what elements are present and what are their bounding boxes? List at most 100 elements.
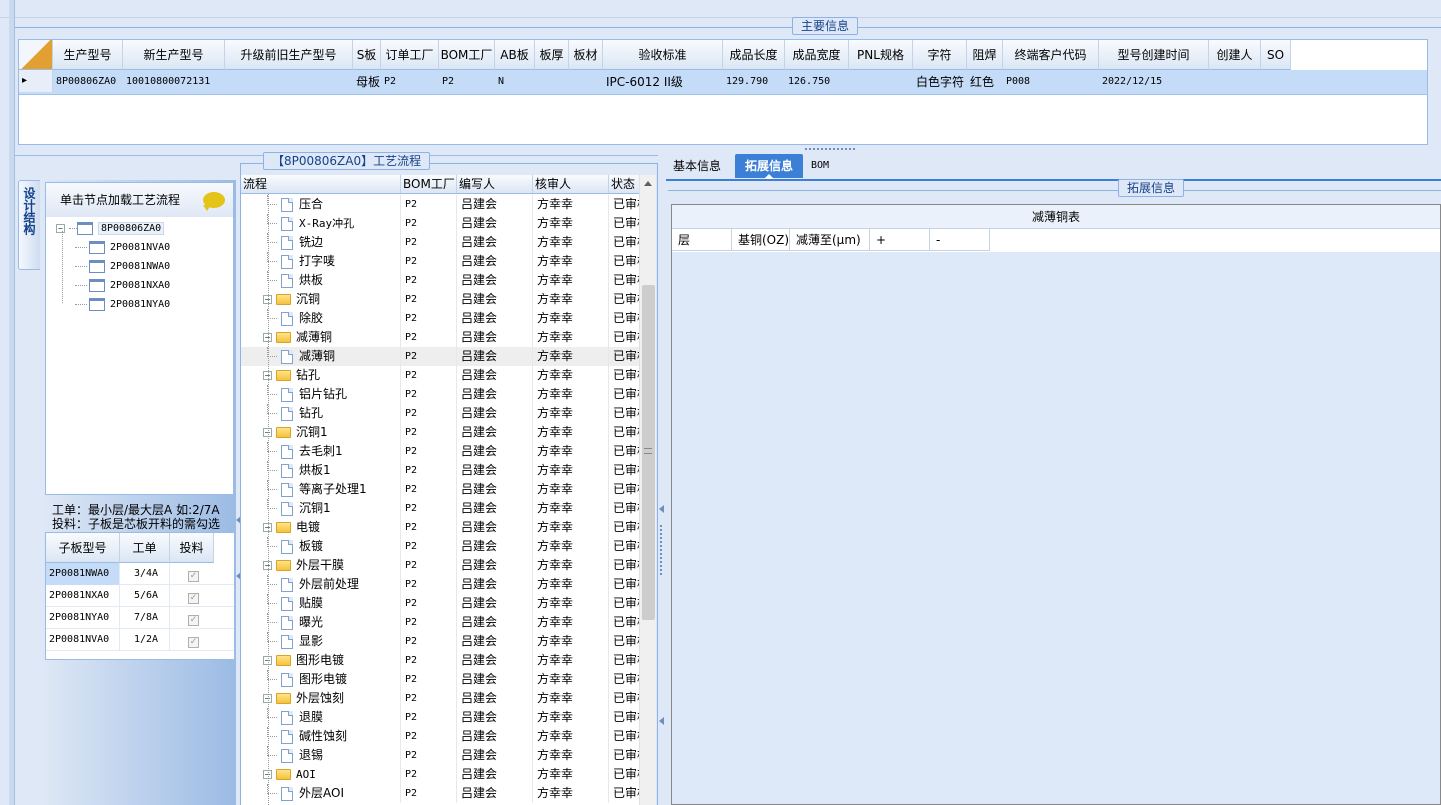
main-col-header-13[interactable]: 字符 xyxy=(913,40,967,70)
flow-step-row[interactable]: 外层前处理 P2吕建会方幸幸已审核 xyxy=(241,575,651,594)
feed-checkbox[interactable]: ✓ xyxy=(188,637,199,648)
flow-step-row[interactable]: 除胶 P2吕建会方幸幸已审核 xyxy=(241,309,651,328)
main-cell-7[interactable] xyxy=(535,70,569,94)
flow-step-row[interactable]: 减薄铜 P2吕建会方幸幸已审核 xyxy=(241,347,651,366)
sub-board-row[interactable]: 2P0081NYA0 7/8A ✓ xyxy=(46,607,234,629)
main-col-header-14[interactable]: 阻焊 xyxy=(967,40,1003,70)
copper-col-header-1[interactable]: 基铜(OZ) xyxy=(732,229,790,251)
main-cell-12[interactable] xyxy=(849,70,913,94)
flow-scrollbar[interactable] xyxy=(639,175,656,805)
main-col-header-3[interactable]: S板 xyxy=(353,40,381,70)
sub-col-header-0[interactable]: 子板型号 xyxy=(46,533,120,563)
flow-group-row[interactable]: −电镀P2吕建会方幸幸已审核 xyxy=(241,518,651,537)
main-cell-10[interactable]: 129.790 xyxy=(723,70,785,94)
flow-group-row[interactable]: −沉铜1P2吕建会方幸幸已审核 xyxy=(241,423,651,442)
horizontal-splitter[interactable] xyxy=(15,147,1441,153)
flow-step-row[interactable]: 贴膜 P2吕建会方幸幸已审核 xyxy=(241,594,651,613)
flow-step-row[interactable]: 退锡 P2吕建会方幸幸已审核 xyxy=(241,746,651,765)
vertical-tab-design-structure[interactable]: 设计结构 xyxy=(18,180,40,270)
copper-col-header-3[interactable]: + xyxy=(870,229,930,251)
flow-step-row[interactable]: 退膜 P2吕建会方幸幸已审核 xyxy=(241,708,651,727)
flow-step-row[interactable]: 铣边 P2吕建会方幸幸已审核 xyxy=(241,233,651,252)
flow-step-row[interactable]: 烘板1 P2吕建会方幸幸已审核 xyxy=(241,461,651,480)
flow-group-row[interactable]: −外层干膜P2吕建会方幸幸已审核 xyxy=(241,556,651,575)
flow-col-header-1[interactable]: BOM工厂 xyxy=(401,175,457,193)
tab-2[interactable]: BOM xyxy=(805,154,835,178)
main-cell-8[interactable] xyxy=(569,70,603,94)
flow-col-header-3[interactable]: 核审人 xyxy=(533,175,609,193)
main-cell-4[interactable]: P2 xyxy=(381,70,439,94)
splitter-left-arrow-icon[interactable] xyxy=(659,505,664,513)
main-cell-15[interactable]: P008 xyxy=(1003,70,1099,94)
feed-checkbox[interactable]: ✓ xyxy=(188,615,199,626)
main-col-header-4[interactable]: 订单工厂 xyxy=(381,40,439,70)
main-cell-13[interactable]: 白色字符 xyxy=(913,70,967,94)
main-col-header-2[interactable]: 升级前旧生产型号 xyxy=(225,40,353,70)
main-cell-16[interactable]: 2022/12/15 xyxy=(1099,70,1209,94)
flow-col-header-2[interactable]: 编写人 xyxy=(457,175,533,193)
sub-col-header-2[interactable]: 投料 xyxy=(170,533,214,563)
flow-step-row[interactable]: 打字唛 P2吕建会方幸幸已审核 xyxy=(241,252,651,271)
flow-step-row[interactable]: X-Ray冲孔 P2吕建会方幸幸已审核 xyxy=(241,214,651,233)
collapse-icon[interactable]: − xyxy=(56,223,65,233)
flow-step-row[interactable]: 压合 P2吕建会方幸幸已审核 xyxy=(241,195,651,214)
tab-0[interactable]: 基本信息 xyxy=(666,154,728,178)
flow-step-row[interactable]: 碱性蚀刻 P2吕建会方幸幸已审核 xyxy=(241,727,651,746)
flow-step-row[interactable]: 图形电镀 P2吕建会方幸幸已审核 xyxy=(241,670,651,689)
main-col-header-16[interactable]: 型号创建时间 xyxy=(1099,40,1209,70)
main-col-header-9[interactable]: 验收标准 xyxy=(603,40,723,70)
sub-board-row[interactable]: 2P0081NVA0 1/2A ✓ xyxy=(46,629,234,651)
flow-step-row[interactable]: 去毛刺1 P2吕建会方幸幸已审核 xyxy=(241,442,651,461)
flow-step-row[interactable]: 外层AOI P2吕建会方幸幸已审核 xyxy=(241,784,651,803)
main-cell-11[interactable]: 126.750 xyxy=(785,70,849,94)
main-cell-14[interactable]: 红色 xyxy=(967,70,1003,94)
main-col-header-12[interactable]: PNL规格 xyxy=(849,40,913,70)
splitter-left-arrow-icon-2[interactable] xyxy=(659,717,664,725)
tree-child-node[interactable]: 2P0081NWA0 xyxy=(46,257,233,276)
main-col-header-6[interactable]: AB板 xyxy=(495,40,535,70)
feed-checkbox[interactable]: ✓ xyxy=(188,593,199,604)
main-cell-6[interactable]: N xyxy=(495,70,535,94)
flow-col-header-0[interactable]: 流程 xyxy=(241,175,401,193)
main-col-header-5[interactable]: BOM工厂 xyxy=(439,40,495,70)
feed-checkbox[interactable]: ✓ xyxy=(188,571,199,582)
flow-group-row[interactable]: −外层蚀刻P2吕建会方幸幸已审核 xyxy=(241,689,651,708)
main-col-header-10[interactable]: 成品长度 xyxy=(723,40,785,70)
main-col-header-17[interactable]: 创建人 xyxy=(1209,40,1261,70)
main-col-header-1[interactable]: 新生产型号 xyxy=(123,40,225,70)
sub-board-row[interactable]: 2P0081NXA0 5/6A ✓ xyxy=(46,585,234,607)
sub-board-row[interactable]: 2P0081NWA0 3/4A ✓ xyxy=(46,563,234,585)
main-cell-1[interactable]: 10010800072131 xyxy=(123,70,225,94)
main-col-header-18[interactable]: SO xyxy=(1261,40,1291,70)
main-col-header-8[interactable]: 板材 xyxy=(569,40,603,70)
tree-child-node[interactable]: 2P0081NVA0 xyxy=(46,238,233,257)
main-cell-3[interactable]: 母板 xyxy=(353,70,381,94)
scroll-up-icon[interactable] xyxy=(644,181,652,186)
vertical-splitter[interactable] xyxy=(658,155,666,805)
flow-step-row[interactable]: 烘板 P2吕建会方幸幸已审核 xyxy=(241,271,651,290)
main-col-header-15[interactable]: 终端客户代码 xyxy=(1003,40,1099,70)
copper-col-header-0[interactable]: 层 xyxy=(672,229,732,251)
flow-step-row[interactable]: 板镀 P2吕建会方幸幸已审核 xyxy=(241,537,651,556)
flow-step-row[interactable]: 铝片钻孔 P2吕建会方幸幸已审核 xyxy=(241,385,651,404)
main-cell-17[interactable] xyxy=(1209,70,1261,94)
tree-root-node[interactable]: − 8P00806ZA0 xyxy=(46,219,233,238)
main-cell-5[interactable]: P2 xyxy=(439,70,495,94)
copper-col-header-4[interactable]: - xyxy=(930,229,990,251)
main-cell-18[interactable] xyxy=(1261,70,1291,94)
flow-group-row[interactable]: −减薄铜P2吕建会方幸幸已审核 xyxy=(241,328,651,347)
main-col-header-0[interactable]: 生产型号 xyxy=(53,40,123,70)
flow-step-row[interactable]: 钻孔 P2吕建会方幸幸已审核 xyxy=(241,404,651,423)
flow-step-row[interactable]: 曝光 P2吕建会方幸幸已审核 xyxy=(241,613,651,632)
main-col-header-7[interactable]: 板厚 xyxy=(535,40,569,70)
copper-col-header-2[interactable]: 减薄至(μm) xyxy=(790,229,870,251)
flow-group-row[interactable]: −AOIP2吕建会方幸幸已审核 xyxy=(241,765,651,784)
flow-step-row[interactable]: 沉铜1 P2吕建会方幸幸已审核 xyxy=(241,499,651,518)
tree-child-node[interactable]: 2P0081NYA0 xyxy=(46,295,233,314)
flow-group-row[interactable]: −沉铜P2吕建会方幸幸已审核 xyxy=(241,290,651,309)
flow-group-row[interactable]: −钻孔P2吕建会方幸幸已审核 xyxy=(241,366,651,385)
flow-step-row[interactable]: 显影 P2吕建会方幸幸已审核 xyxy=(241,632,651,651)
flow-step-row[interactable]: 等离子处理1 P2吕建会方幸幸已审核 xyxy=(241,480,651,499)
tree-child-node[interactable]: 2P0081NXA0 xyxy=(46,276,233,295)
sub-col-header-1[interactable]: 工单 xyxy=(120,533,170,563)
